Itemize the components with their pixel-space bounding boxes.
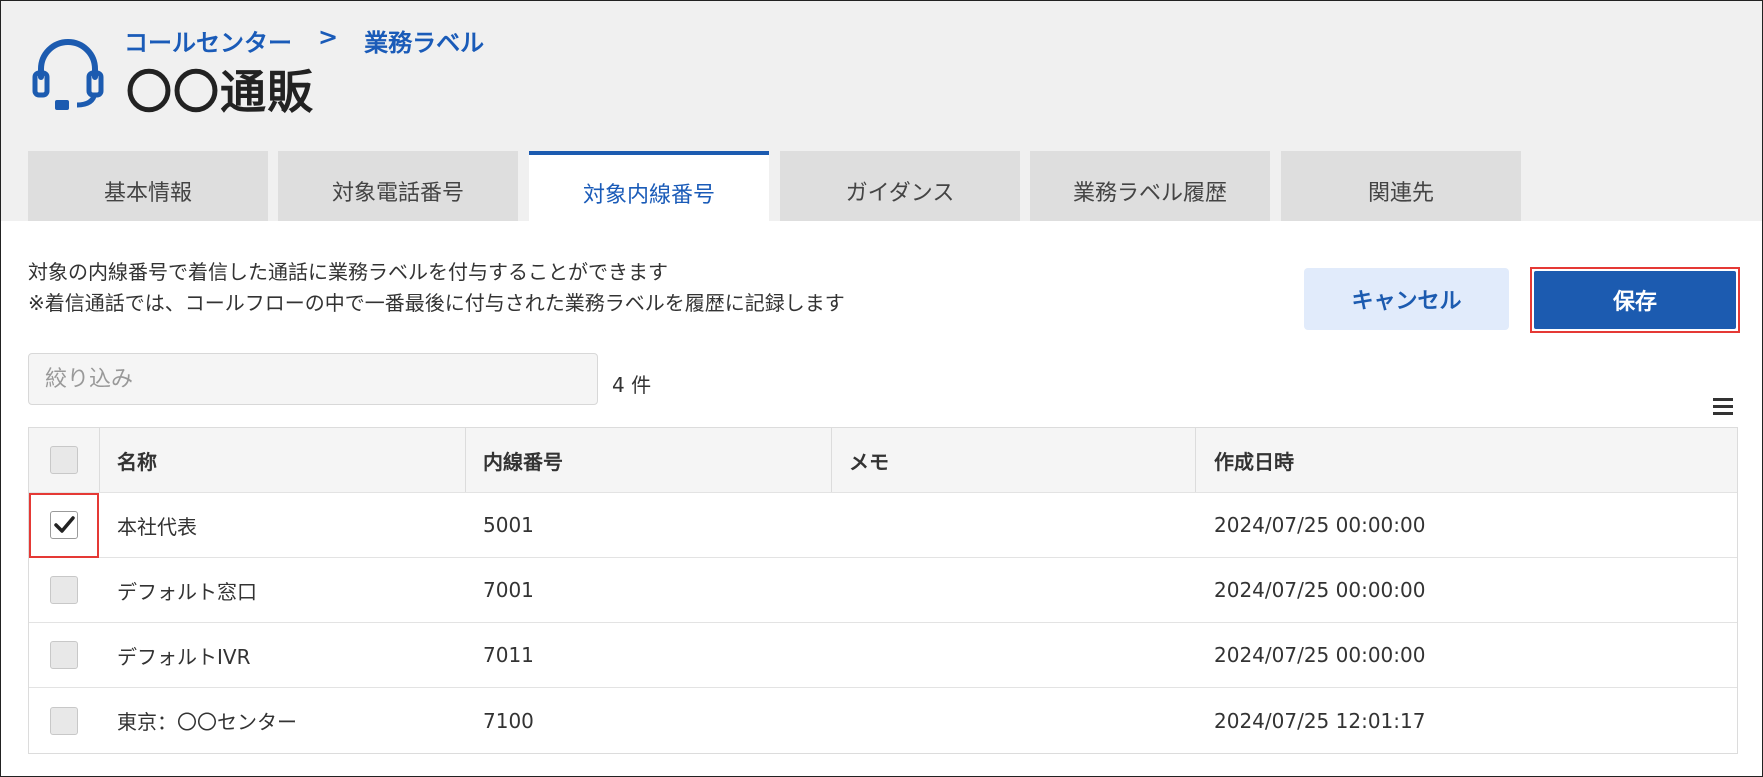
cell-extension: 7100 [483, 708, 534, 733]
cell-name: 東京：〇〇センター [117, 710, 297, 734]
breadcrumb-item-call-center[interactable]: コールセンター [124, 23, 292, 58]
checkmark-icon [54, 516, 75, 533]
breadcrumb: コールセンター > 業務ラベル [124, 23, 484, 58]
description-line-2: ※着信通話では、コールフローの中で一番最後に付与された業務ラベルを履歴に記録しま… [28, 291, 845, 315]
save-button[interactable]: 保存 [1534, 271, 1736, 329]
table-header-row: 名称 内線番号 メモ 作成日時 [29, 428, 1737, 493]
page-header: コールセンター > 業務ラベル 〇〇通販 基本情報 対象電話番号 対象内線番号 … [1, 1, 1762, 221]
cell-created-at: 2024/07/25 00:00:00 [1214, 513, 1426, 537]
app-frame: コールセンター > 業務ラベル 〇〇通販 基本情報 対象電話番号 対象内線番号 … [0, 0, 1763, 777]
description: 対象の内線番号で着信した通話に業務ラベルを付与することができます ※着信通話では… [28, 257, 845, 319]
cell-extension: 7011 [483, 643, 534, 667]
row-checkbox[interactable] [50, 511, 78, 539]
row-checkbox[interactable] [50, 576, 78, 604]
cancel-button[interactable]: キャンセル [1304, 268, 1509, 330]
row-checkbox[interactable] [50, 706, 78, 735]
cell-name: 本社代表 [117, 514, 197, 539]
table-row[interactable]: 本社代表 5001 2024/07/25 00:00:00 [29, 493, 1737, 558]
tab-basic-info[interactable]: 基本情報 [28, 151, 268, 221]
column-header-memo[interactable]: メモ [849, 428, 889, 492]
description-line-1: 対象の内線番号で着信した通話に業務ラベルを付与することができます [28, 260, 668, 284]
table-row[interactable]: デフォルト窓口 7001 2024/07/25 00:00:00 [29, 558, 1737, 623]
cell-created-at: 2024/07/25 00:00:00 [1214, 578, 1426, 602]
column-header-name[interactable]: 名称 [117, 428, 157, 492]
tab-business-label-history[interactable]: 業務ラベル履歴 [1030, 151, 1270, 221]
tab-target-extensions[interactable]: 対象内線番号 [529, 151, 769, 221]
breadcrumb-item-business-label[interactable]: 業務ラベル [364, 23, 484, 58]
cell-created-at: 2024/07/25 12:01:17 [1214, 708, 1426, 733]
page-title: 〇〇通販 [126, 65, 314, 119]
save-button-highlight: 保存 [1530, 267, 1740, 333]
extensions-table: 名称 内線番号 メモ 作成日時 本社代表 5001 2024/07/25 00:… [28, 427, 1738, 754]
cell-name: デフォルト窓口 [117, 579, 257, 604]
breadcrumb-separator: > [318, 23, 339, 51]
table-row[interactable]: 東京：〇〇センター 7100 2024/07/25 12:01:17 [29, 688, 1737, 753]
column-menu-icon[interactable] [1711, 395, 1735, 417]
column-header-extension[interactable]: 内線番号 [483, 428, 563, 492]
result-count: 4 件 [612, 373, 652, 397]
row-checkbox[interactable] [50, 641, 78, 669]
tab-target-phone-numbers[interactable]: 対象電話番号 [278, 151, 518, 221]
cell-extension: 7001 [483, 578, 534, 602]
select-all-checkbox[interactable] [50, 446, 78, 474]
cell-extension: 5001 [483, 513, 534, 537]
table-row[interactable]: デフォルトIVR 7011 2024/07/25 00:00:00 [29, 623, 1737, 688]
column-header-created-at[interactable]: 作成日時 [1214, 428, 1294, 492]
filter-input[interactable] [28, 353, 598, 405]
headset-icon [32, 39, 104, 110]
cell-name: デフォルトIVR [117, 644, 251, 669]
tab-related-contacts[interactable]: 関連先 [1281, 151, 1521, 221]
cell-created-at: 2024/07/25 00:00:00 [1214, 643, 1426, 667]
tab-guidance[interactable]: ガイダンス [780, 151, 1020, 221]
